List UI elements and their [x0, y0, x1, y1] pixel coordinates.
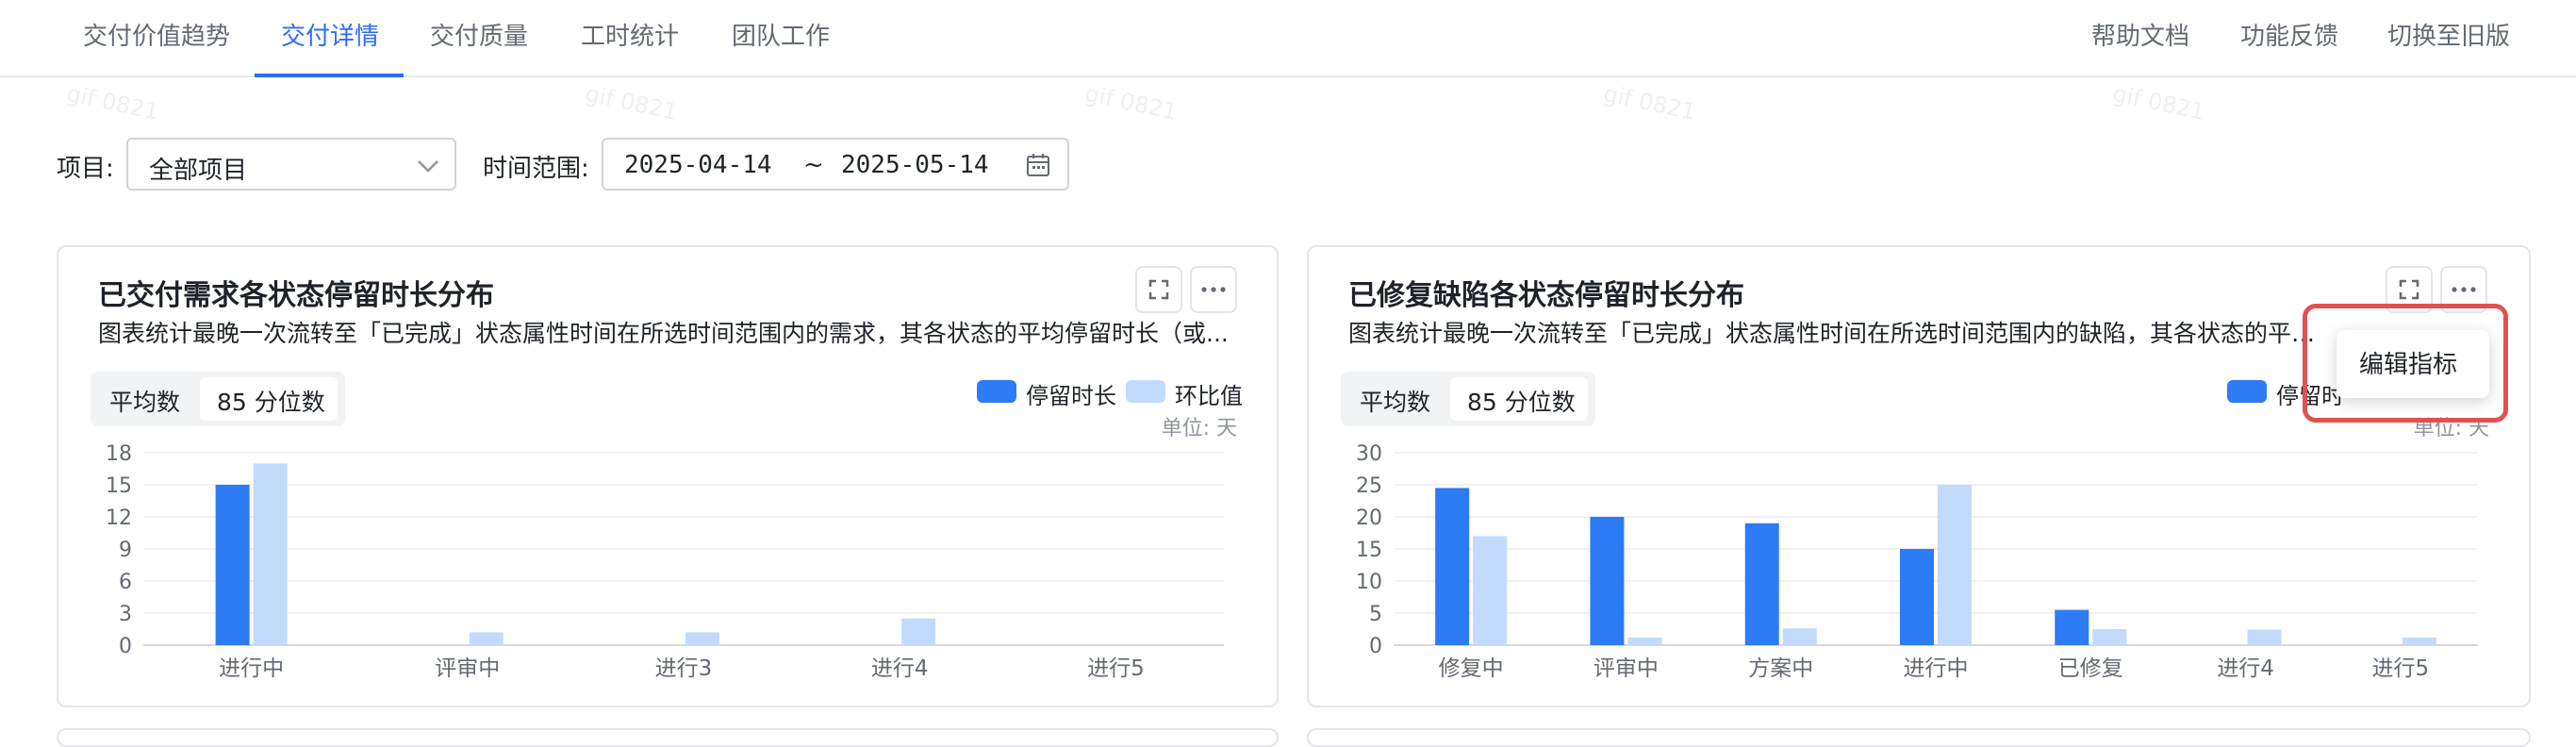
y-tick-label: 25: [1356, 474, 1382, 498]
y-tick-label: 20: [1356, 506, 1382, 530]
x-tick-label: 评审中: [435, 656, 500, 681]
legend-label: 停留时长: [1026, 383, 1116, 409]
bar: [1627, 637, 1662, 645]
card-description: 图表统计最晚一次流转至「已完成」状态属性时间在所选时间范围内的需求，其各状态的平…: [98, 320, 1229, 347]
y-tick-label: 6: [119, 571, 132, 594]
date-range-picker[interactable]: 2025-04-14 ~ 2025-05-14: [602, 138, 1069, 191]
x-tick-label: 进行中: [1904, 656, 1969, 681]
next-card-edge: [1307, 728, 2531, 747]
bar: [1473, 536, 1508, 645]
legend-label: 环比值: [1175, 383, 1243, 409]
toggle-p85-selected[interactable]: 85 分位数: [200, 377, 338, 421]
chevron-down-icon: [418, 160, 438, 173]
bar: [469, 632, 504, 645]
expand-icon: [1148, 279, 1169, 300]
feedback-link[interactable]: 功能反馈: [2240, 0, 2338, 77]
project-select[interactable]: 全部项目: [126, 138, 456, 191]
active-tab-indicator: [255, 74, 404, 77]
date-separator: ~: [803, 151, 824, 179]
card-description: 图表统计最晚一次流转至「已完成」状态属性时间在所选时间范围内的缺陷，其各状态的平…: [1348, 320, 2338, 347]
y-tick-label: 3: [119, 603, 132, 626]
bar: [2247, 629, 2282, 645]
toggle-p85-label: 85 分位数: [1467, 389, 1576, 416]
tab-work-hours[interactable]: 工时统计: [581, 0, 679, 77]
date-start[interactable]: 2025-04-14: [624, 151, 772, 179]
y-tick-label: 5: [1369, 603, 1382, 626]
watermark: gif 0821: [583, 80, 680, 125]
watermark: gif 0821: [2110, 80, 2207, 125]
x-tick-label: 进行4: [2217, 656, 2274, 681]
y-tick-label: 9: [119, 539, 132, 562]
bar: [215, 485, 250, 645]
bar: [2055, 609, 2089, 645]
toggle-p85-selected[interactable]: 85 分位数: [1450, 377, 1588, 421]
legend-swatch: [977, 380, 1016, 403]
x-tick-label: 进行5: [1087, 656, 1145, 681]
bar: [901, 618, 936, 645]
legend-swatch: [2227, 380, 2267, 403]
project-label: 项目:: [57, 155, 114, 183]
tab-team-work[interactable]: 团队工作: [732, 0, 830, 77]
y-tick-label: 12: [106, 506, 132, 530]
watermark: gif 0821: [1601, 80, 1698, 125]
card-title: 已修复缺陷各状态停留时长分布: [1348, 279, 1744, 312]
card-title: 已交付需求各状态停留时长分布: [98, 279, 494, 312]
y-tick-label: 0: [119, 635, 132, 658]
bar-chart: 0 3 6 9 12 15 18 进行中 评审中 进行3 进行4 进行5: [106, 442, 1224, 681]
highlight-box: [2303, 304, 2508, 423]
y-tick-label: 15: [1356, 539, 1382, 562]
bar: [1590, 517, 1625, 645]
tab-delivery-details[interactable]: 交付详情: [281, 0, 379, 77]
tab-delivery-quality[interactable]: 交付质量: [430, 0, 528, 77]
bar: [2402, 637, 2436, 645]
tab-delivery-value-trend[interactable]: 交付价值趋势: [83, 0, 230, 77]
watermark: gif 0821: [64, 80, 161, 125]
stat-toggle[interactable]: 平均数 85 分位数: [1341, 372, 1595, 426]
y-tick-label: 18: [106, 442, 132, 466]
y-tick-label: 0: [1369, 635, 1382, 658]
top-nav: 交付价值趋势 交付详情 交付质量 工时统计 团队工作 帮助文档 功能反馈 切换至…: [0, 0, 2576, 77]
x-tick-label: 进行3: [655, 656, 713, 681]
x-tick-label: 进行中: [219, 656, 284, 681]
toggle-p85-label: 85 分位数: [217, 389, 325, 416]
bar: [1938, 485, 1972, 645]
y-tick-label: 30: [1356, 442, 1382, 466]
bar-chart: 0 5 10 15 20 25 30 修复中 评审中 方案中 进行中 已修复 进行4 进行5: [1356, 442, 2478, 681]
stat-toggle[interactable]: 平均数 85 分位数: [91, 372, 345, 426]
bar: [1744, 523, 1779, 645]
toggle-average[interactable]: 平均数: [109, 384, 180, 418]
project-select-value: 全部项目: [149, 157, 248, 185]
switch-old-version-link[interactable]: 切换至旧版: [2387, 0, 2510, 77]
x-tick-label: 修复中: [1439, 656, 1504, 681]
fullscreen-button[interactable]: [1135, 266, 1182, 313]
next-card-edge: [57, 728, 1279, 747]
x-tick-label: 进行5: [2372, 656, 2430, 681]
help-docs-link[interactable]: 帮助文档: [2091, 0, 2189, 77]
x-tick-label: 评审中: [1593, 656, 1659, 681]
watermark: gif 0821: [1082, 80, 1180, 125]
bar: [1900, 549, 1934, 645]
bar: [2092, 629, 2127, 645]
bar: [253, 463, 288, 645]
bar: [685, 632, 719, 645]
more-dots-icon: [1201, 287, 1226, 292]
x-tick-label: 方案中: [1748, 656, 1813, 681]
card-requirement-status-duration: 已交付需求各状态停留时长分布 图表统计最晚一次流转至「已完成」状态属性时间在所选…: [57, 245, 1279, 707]
y-tick-label: 15: [106, 474, 132, 498]
bar: [1435, 488, 1470, 645]
more-button[interactable]: [1190, 266, 1237, 313]
x-tick-label: 进行4: [871, 656, 929, 681]
bar: [1782, 628, 1817, 645]
toggle-average[interactable]: 平均数: [1360, 384, 1430, 418]
y-tick-label: 10: [1356, 571, 1382, 594]
legend-swatch: [1126, 380, 1165, 403]
calendar-icon[interactable]: [1026, 153, 1050, 177]
time-range-label: 时间范围:: [483, 155, 589, 183]
x-tick-label: 已修复: [2058, 656, 2123, 681]
date-end[interactable]: 2025-05-14: [841, 151, 989, 179]
